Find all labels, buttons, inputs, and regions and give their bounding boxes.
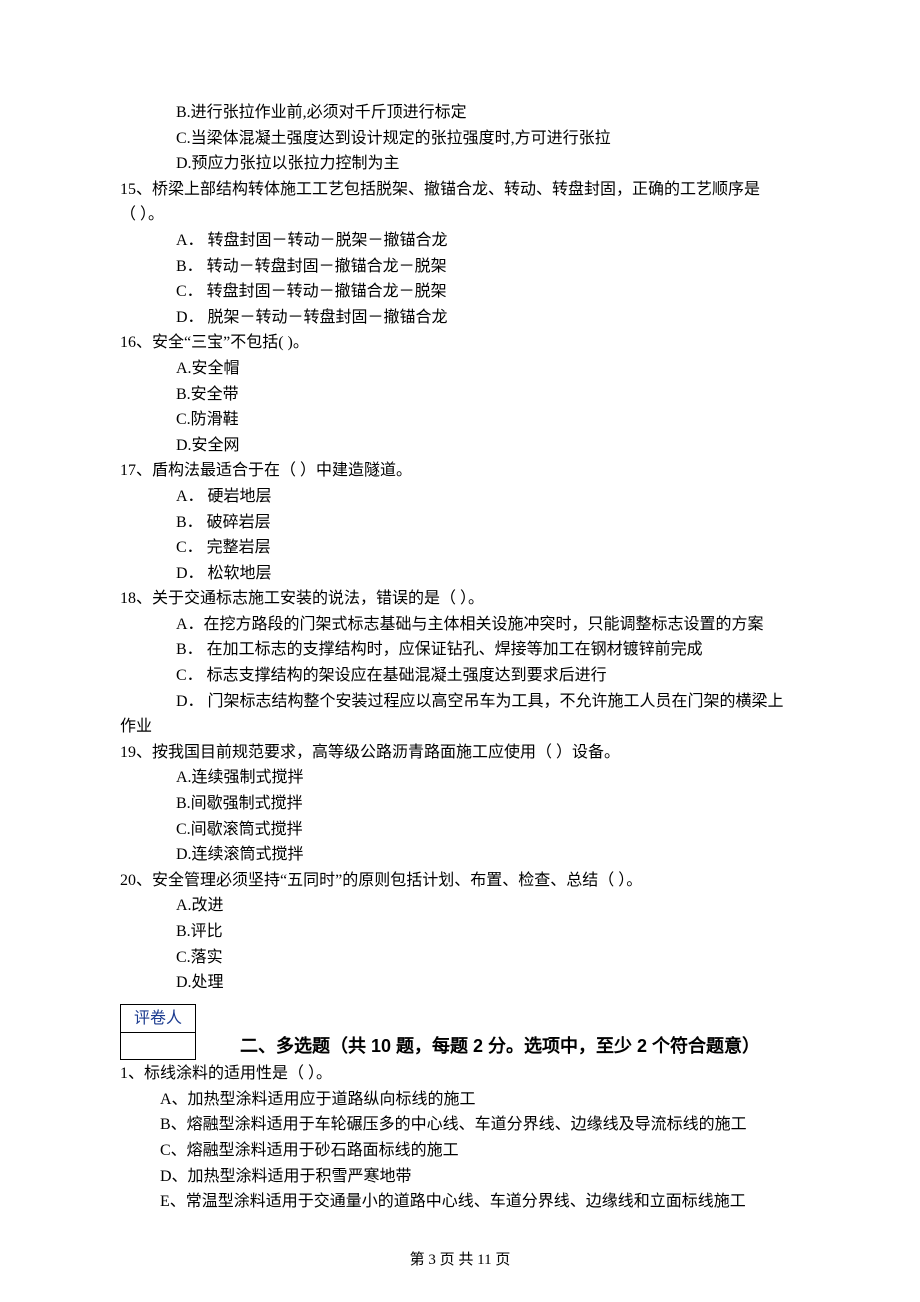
q15-stem-line1: 15、桥梁上部结构转体施工工艺包括脱架、撤锚合龙、转动、转盘封固，正确的工艺顺序… [120,177,800,203]
q14-option-b: B.进行张拉作业前,必须对千斤顶进行标定 [176,100,800,126]
q16: 16、安全“三宝”不包括( )。 A.安全帽 B.安全带 C.防滑鞋 D.安全网 [120,330,800,458]
q16-stem: 16、安全“三宝”不包括( )。 [120,330,800,356]
q15-option-d: D． 脱架－转动－转盘封固－撤锚合龙 [176,305,800,331]
q15-option-a: A． 转盘封固－转动－脱架－撤锚合龙 [176,228,800,254]
q18-stem: 18、关于交通标志施工安装的说法，错误的是（ ）。 [120,586,800,612]
grader-label: 评卷人 [121,1004,196,1033]
q14-option-c: C.当梁体混凝土强度达到设计规定的张拉强度时,方可进行张拉 [176,126,800,152]
q14-options: B.进行张拉作业前,必须对千斤顶进行标定 C.当梁体混凝土强度达到设计规定的张拉… [120,100,800,177]
q20-option-d: D.处理 [176,970,800,996]
q19-option-d: D.连续滚筒式搅拌 [176,842,800,868]
q20-option-c: C.落实 [176,945,800,971]
document-page: B.进行张拉作业前,必须对千斤顶进行标定 C.当梁体混凝土强度达到设计规定的张拉… [0,0,920,1302]
q19: 19、按我国目前规范要求，高等级公路沥青路面施工应使用（ ）设备。 A.连续强制… [120,740,800,868]
q20-stem: 20、安全管理必须坚持“五同时”的原则包括计划、布置、检查、总结（ ）。 [120,868,800,894]
q18: 18、关于交通标志施工安装的说法，错误的是（ ）。 A．在挖方路段的门架式标志基… [120,586,800,740]
q15-stem-line2: （ ）。 [120,202,800,228]
s2q1-stem: 1、标线涂料的适用性是（ ）。 [120,1061,800,1087]
q17-option-c: C． 完整岩层 [176,535,800,561]
s2q1-option-b: B、熔融型涂料适用于车轮碾压多的中心线、车道分界线、边缘线及导流标线的施工 [160,1112,800,1138]
s2q1-option-c: C、熔融型涂料适用于砂石路面标线的施工 [160,1138,800,1164]
q17-stem: 17、盾构法最适合于在（ ）中建造隧道。 [120,458,800,484]
s2q1-option-e: E、常温型涂料适用于交通量小的道路中心线、车道分界线、边缘线和立面标线施工 [160,1189,800,1215]
s2q1-option-d: D、加热型涂料适用于积雪严寒地带 [160,1164,800,1190]
q15-option-c: C． 转盘封固－转动－撤锚合龙－脱架 [176,279,800,305]
page-footer: 第 3 页 共 11 页 [0,1248,920,1272]
q16-option-d: D.安全网 [176,433,800,459]
q17-option-d: D． 松软地层 [176,561,800,587]
grader-blank [121,1033,196,1060]
q20-option-b: B.评比 [176,919,800,945]
q16-option-a: A.安全帽 [176,356,800,382]
q17-option-a: A． 硬岩地层 [176,484,800,510]
q19-option-a: A.连续强制式搅拌 [176,765,800,791]
q19-stem: 19、按我国目前规范要求，高等级公路沥青路面施工应使用（ ）设备。 [120,740,800,766]
q18-option-b: B． 在加工标志的支撑结构时，应保证钻孔、焊接等加工在钢材镀锌前完成 [176,637,800,663]
grader-box: 评卷人 [120,1004,196,1061]
q18-option-c: C． 标志支撑结构的架设应在基础混凝土强度达到要求后进行 [176,663,800,689]
q17: 17、盾构法最适合于在（ ）中建造隧道。 A． 硬岩地层 B． 破碎岩层 C． … [120,458,800,586]
q19-option-c: C.间歇滚筒式搅拌 [176,817,800,843]
q18-option-d-line2: 作业 [120,714,800,740]
q16-option-c: C.防滑鞋 [176,407,800,433]
q15-option-b: B． 转动－转盘封固－撤锚合龙－脱架 [176,254,800,280]
q14-option-d: D.预应力张拉以张拉力控制为主 [176,151,800,177]
q18-option-a: A．在挖方路段的门架式标志基础与主体相关设施冲突时，只能调整标志设置的方案 [176,612,800,638]
q15: 15、桥梁上部结构转体施工工艺包括脱架、撤锚合龙、转动、转盘封固，正确的工艺顺序… [120,177,800,331]
q19-option-b: B.间歇强制式搅拌 [176,791,800,817]
q18-option-d-line1: D． 门架标志结构整个安装过程应以高空吊车为工具，不允许施工人员在门架的横梁上 [176,689,800,715]
s2q1-option-a: A、加热型涂料适用应于道路纵向标线的施工 [160,1087,800,1113]
q16-option-b: B.安全带 [176,382,800,408]
s2q1: 1、标线涂料的适用性是（ ）。 A、加热型涂料适用应于道路纵向标线的施工 B、熔… [120,1061,800,1215]
q20-option-a: A.改进 [176,893,800,919]
q17-option-b: B． 破碎岩层 [176,510,800,536]
section-2-heading: 二、多选题（共 10 题，每题 2 分。选项中，至少 2 个符合题意） [240,1032,800,1061]
q20: 20、安全管理必须坚持“五同时”的原则包括计划、布置、检查、总结（ ）。 A.改… [120,868,800,996]
